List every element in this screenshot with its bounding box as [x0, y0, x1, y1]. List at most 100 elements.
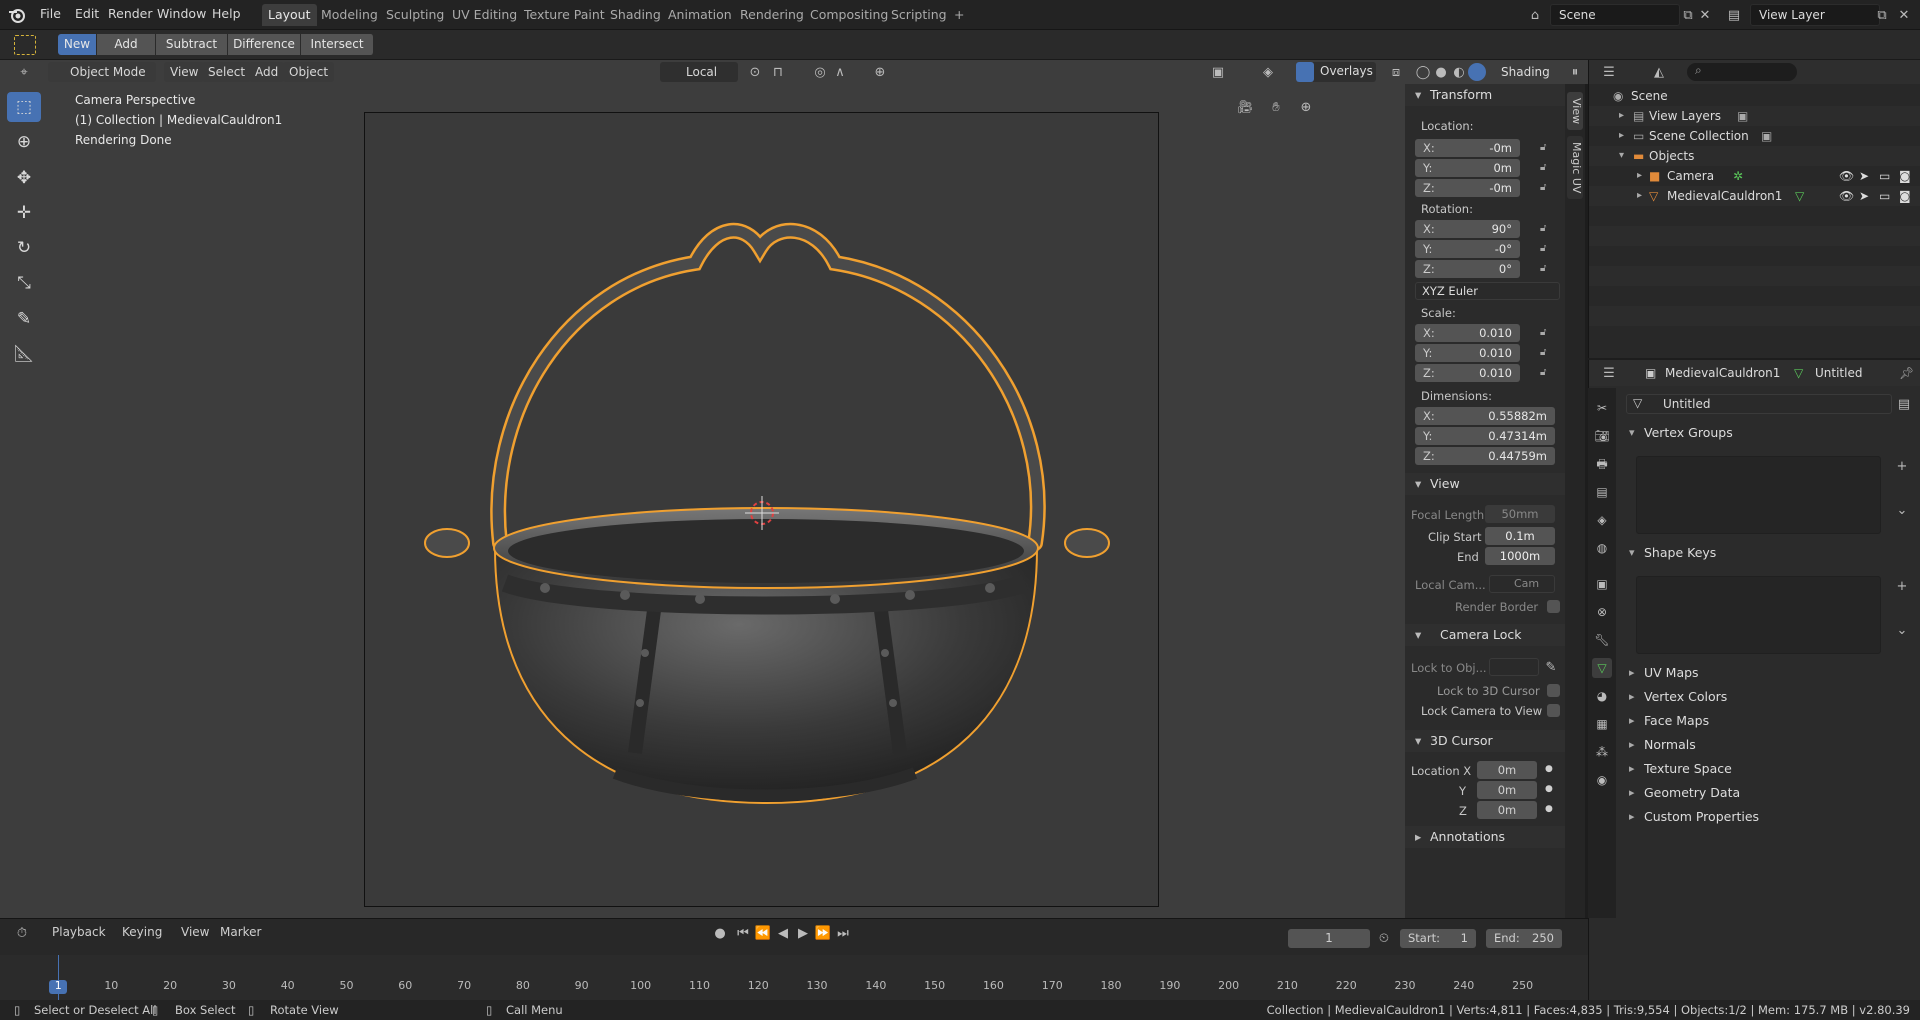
- section-geometry-data[interactable]: Geometry Data: [1629, 782, 1906, 804]
- zoom-icon[interactable]: ⊕: [1296, 97, 1316, 117]
- expand-arrow-icon[interactable]: ▸: [1637, 186, 1642, 206]
- menu-add[interactable]: Add: [249, 62, 285, 82]
- shading-material-icon[interactable]: ◐: [1449, 62, 1469, 82]
- clip-start-field[interactable]: 0.1m: [1485, 527, 1555, 545]
- lock-icon[interactable]: 🔓︎: [1540, 327, 1552, 339]
- section-texture-space[interactable]: Texture Space: [1629, 758, 1906, 780]
- shape-key-menu-icon[interactable]: ⌄: [1892, 620, 1912, 640]
- gizmos-toggle-icon[interactable]: ◈: [1258, 62, 1278, 82]
- 3d-cursor-header[interactable]: 3D Cursor: [1405, 730, 1565, 752]
- mesh-data-tab-icon[interactable]: ▽: [1592, 658, 1612, 678]
- scene-field[interactable]: Scene: [1550, 4, 1680, 26]
- lock-icon[interactable]: 🔓︎: [1540, 162, 1552, 174]
- tab-texture-paint[interactable]: Texture Paint: [518, 4, 611, 26]
- tab-magic-uv[interactable]: Magic UV: [1567, 136, 1583, 200]
- select-box-tool-icon[interactable]: [14, 35, 36, 55]
- keyframe-dot-icon[interactable]: ●: [1545, 764, 1553, 774]
- section-vertex-groups[interactable]: Vertex Groups: [1629, 422, 1906, 444]
- timeline-editor-icon[interactable]: ⏱︎: [12, 923, 32, 943]
- bool-intersect-button[interactable]: Intersect: [301, 34, 374, 55]
- tab-uv-editing[interactable]: UV Editing: [446, 4, 523, 26]
- lock-icon[interactable]: 🔓︎: [1540, 243, 1552, 255]
- timeline-track[interactable]: [0, 955, 1588, 1001]
- lock-icon[interactable]: 🔓︎: [1540, 263, 1552, 275]
- shading-wireframe-icon[interactable]: ◯: [1413, 62, 1433, 82]
- delete-scene-icon[interactable]: ✕: [1695, 5, 1715, 25]
- keyframe-dot-icon[interactable]: ●: [1545, 804, 1553, 814]
- outliner-row-camera[interactable]: ▸ ■ Camera ✲ 👁︎ ➤ ▭ ◙: [1589, 166, 1920, 186]
- object-tab-icon[interactable]: ▣: [1592, 574, 1612, 594]
- section-face-maps[interactable]: Face Maps: [1629, 710, 1906, 732]
- select-tool-icon[interactable]: ⬚: [7, 92, 41, 122]
- visibility-eye-icon[interactable]: 👁︎: [1839, 186, 1854, 206]
- bool-new-button[interactable]: New: [58, 34, 97, 55]
- modifiers-tab-icon[interactable]: 🔧︎: [1592, 630, 1612, 650]
- scale-z-field[interactable]: Z: 0.010: [1415, 364, 1520, 382]
- proportional-edit-icon[interactable]: ◎: [810, 62, 830, 82]
- lock-icon[interactable]: 🔓︎: [1540, 223, 1552, 235]
- outliner-row-scene[interactable]: ◉ Scene: [1589, 86, 1920, 106]
- physics-tab-icon[interactable]: ◉: [1592, 770, 1612, 790]
- view-layer-icon[interactable]: ▤: [1724, 5, 1744, 25]
- selectable-arrow-icon[interactable]: ➤: [1859, 166, 1869, 186]
- render-border-checkbox[interactable]: [1547, 600, 1560, 613]
- mesh-datablock-field[interactable]: ▽ Untitled: [1626, 394, 1892, 414]
- jump-keyframe-back-icon[interactable]: ⏪: [753, 923, 773, 943]
- menu-view[interactable]: View: [164, 62, 205, 82]
- menu-playback[interactable]: Playback: [52, 925, 106, 939]
- pin-icon[interactable]: 📌︎: [1899, 366, 1914, 380]
- lock-icon[interactable]: 🔓︎: [1540, 142, 1552, 154]
- snap-icon[interactable]: ⊓: [768, 62, 788, 82]
- output-tab-icon[interactable]: 🖶︎: [1592, 454, 1612, 474]
- tab-layout[interactable]: Layout: [262, 4, 317, 26]
- tab-modeling[interactable]: Modeling: [315, 4, 384, 26]
- constraints-tab-icon[interactable]: ⊗: [1592, 602, 1612, 622]
- dimension-x-field[interactable]: X: 0.55882m: [1415, 407, 1555, 425]
- view-header[interactable]: View: [1405, 473, 1565, 495]
- display-mode-icon[interactable]: ◭: [1649, 62, 1669, 82]
- play-reverse-icon[interactable]: ◀: [773, 923, 793, 943]
- shading-rendered-icon[interactable]: [1468, 63, 1486, 81]
- menu-file[interactable]: File: [40, 6, 61, 21]
- tool-tab-icon[interactable]: ✂: [1592, 398, 1612, 418]
- expand-arrow-icon[interactable]: ▸: [1619, 126, 1624, 146]
- shape-keys-list[interactable]: [1636, 576, 1881, 654]
- local-camera-field[interactable]: Cam: [1489, 575, 1555, 593]
- add-shape-key-icon[interactable]: +: [1892, 576, 1912, 596]
- location-z-field[interactable]: Z: -0m: [1415, 179, 1520, 197]
- world-tab-icon[interactable]: ◍: [1592, 538, 1612, 558]
- properties-editor-icon[interactable]: ☰: [1599, 363, 1619, 383]
- tab-rendering[interactable]: Rendering: [734, 4, 810, 26]
- section-shape-keys[interactable]: Shape Keys: [1629, 542, 1906, 564]
- add-vertex-group-icon[interactable]: +: [1892, 456, 1912, 476]
- selectable-arrow-icon[interactable]: ➤: [1859, 186, 1869, 206]
- scale-tool-icon[interactable]: ⤡: [7, 268, 41, 298]
- outliner-row-medievalcauldron1[interactable]: ▸ ▽ MedievalCauldron1 ▽ 👁︎ ➤ ▭ ◙: [1589, 186, 1920, 206]
- dimension-y-field[interactable]: Y: 0.47314m: [1415, 427, 1555, 445]
- camera-view-icon[interactable]: 🎥︎: [1235, 97, 1255, 117]
- outliner-editor-icon[interactable]: ☰: [1599, 62, 1619, 82]
- location-y-field[interactable]: Y: 0m: [1415, 159, 1520, 177]
- render-tab-icon[interactable]: 📷︎: [1592, 426, 1612, 446]
- rotation-mode-dropdown[interactable]: XYZ Euler: [1415, 282, 1560, 300]
- lock-to-object-field[interactable]: [1489, 658, 1539, 676]
- jump-end-icon[interactable]: ⏭: [833, 923, 853, 943]
- outliner-row-scene-collection[interactable]: ▸ ▭ Scene Collection ▣: [1589, 126, 1920, 146]
- scene-tab-icon[interactable]: ◈: [1592, 510, 1612, 530]
- vertex-group-menu-icon[interactable]: ⌄: [1892, 500, 1912, 520]
- vertex-groups-list[interactable]: [1636, 456, 1881, 534]
- tab-compositing[interactable]: Compositing: [804, 4, 894, 26]
- cursor-x-field[interactable]: 0m: [1477, 761, 1537, 779]
- scale-x-field[interactable]: X: 0.010: [1415, 324, 1520, 342]
- measure-tool-icon[interactable]: 📐︎: [7, 339, 41, 369]
- tab-shading[interactable]: Shading: [604, 4, 667, 26]
- menu-view[interactable]: View: [181, 925, 209, 939]
- transform-header[interactable]: Transform: [1405, 84, 1565, 106]
- fake-user-icon[interactable]: ▤: [1894, 394, 1914, 414]
- location-x-field[interactable]: X: -0m: [1415, 139, 1520, 157]
- section-vertex-colors[interactable]: Vertex Colors: [1629, 686, 1906, 708]
- lock-icon[interactable]: 🔓︎: [1540, 367, 1552, 379]
- blender-logo-icon[interactable]: [8, 6, 26, 24]
- start-frame-field[interactable]: Start: 1: [1400, 929, 1476, 948]
- end-frame-field[interactable]: End: 250: [1486, 929, 1562, 948]
